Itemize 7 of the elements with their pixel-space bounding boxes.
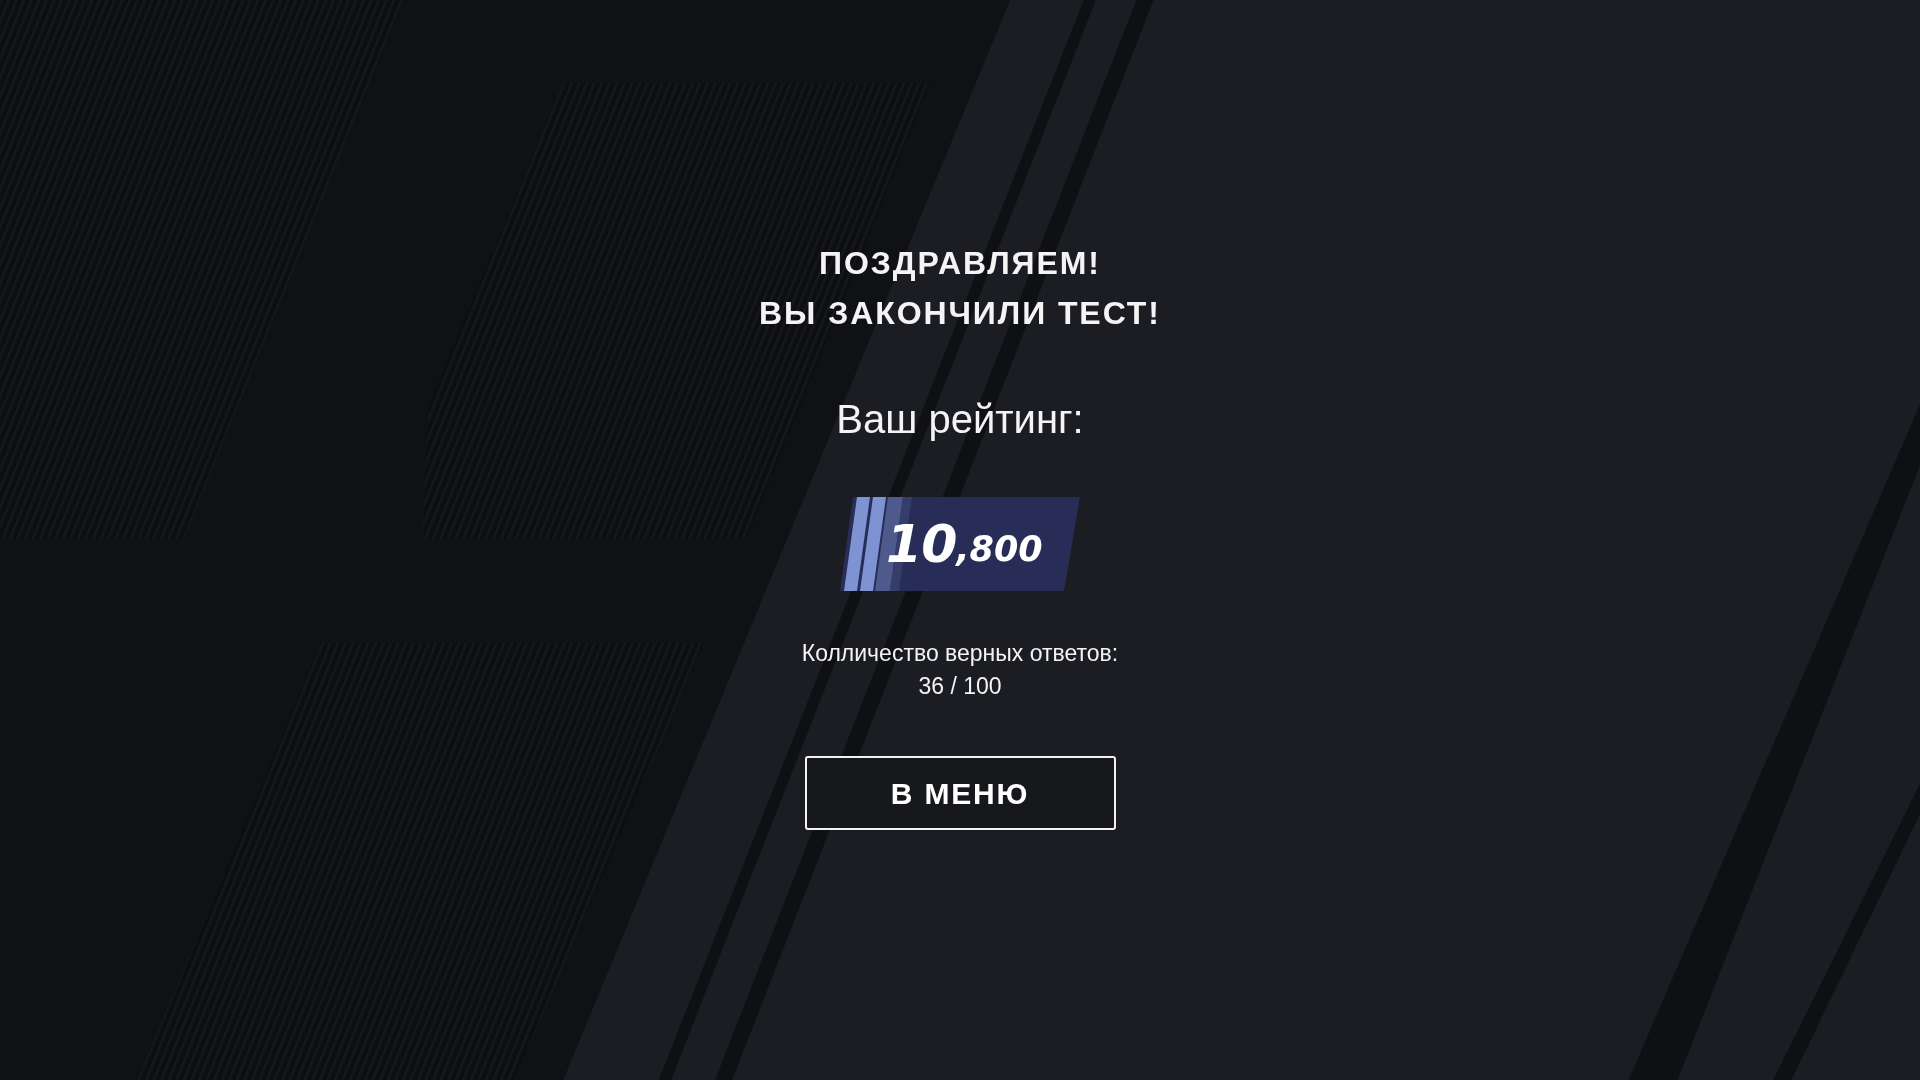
- rating-label: Ваш рейтинг:: [836, 396, 1084, 443]
- heading-text: ПОЗДРАВЛЯЕМ!: [819, 244, 1101, 283]
- correct-answers-value: 36 / 100: [918, 672, 1002, 701]
- heading-text: ВЫ ЗАКОНЧИЛИ ТЕСТ!: [759, 294, 1161, 333]
- menu-button[interactable]: В МЕНЮ: [804, 756, 1116, 830]
- score-badge: 10,800: [840, 497, 1080, 591]
- correct-answers-label: Колличество верных ответов:: [801, 639, 1119, 668]
